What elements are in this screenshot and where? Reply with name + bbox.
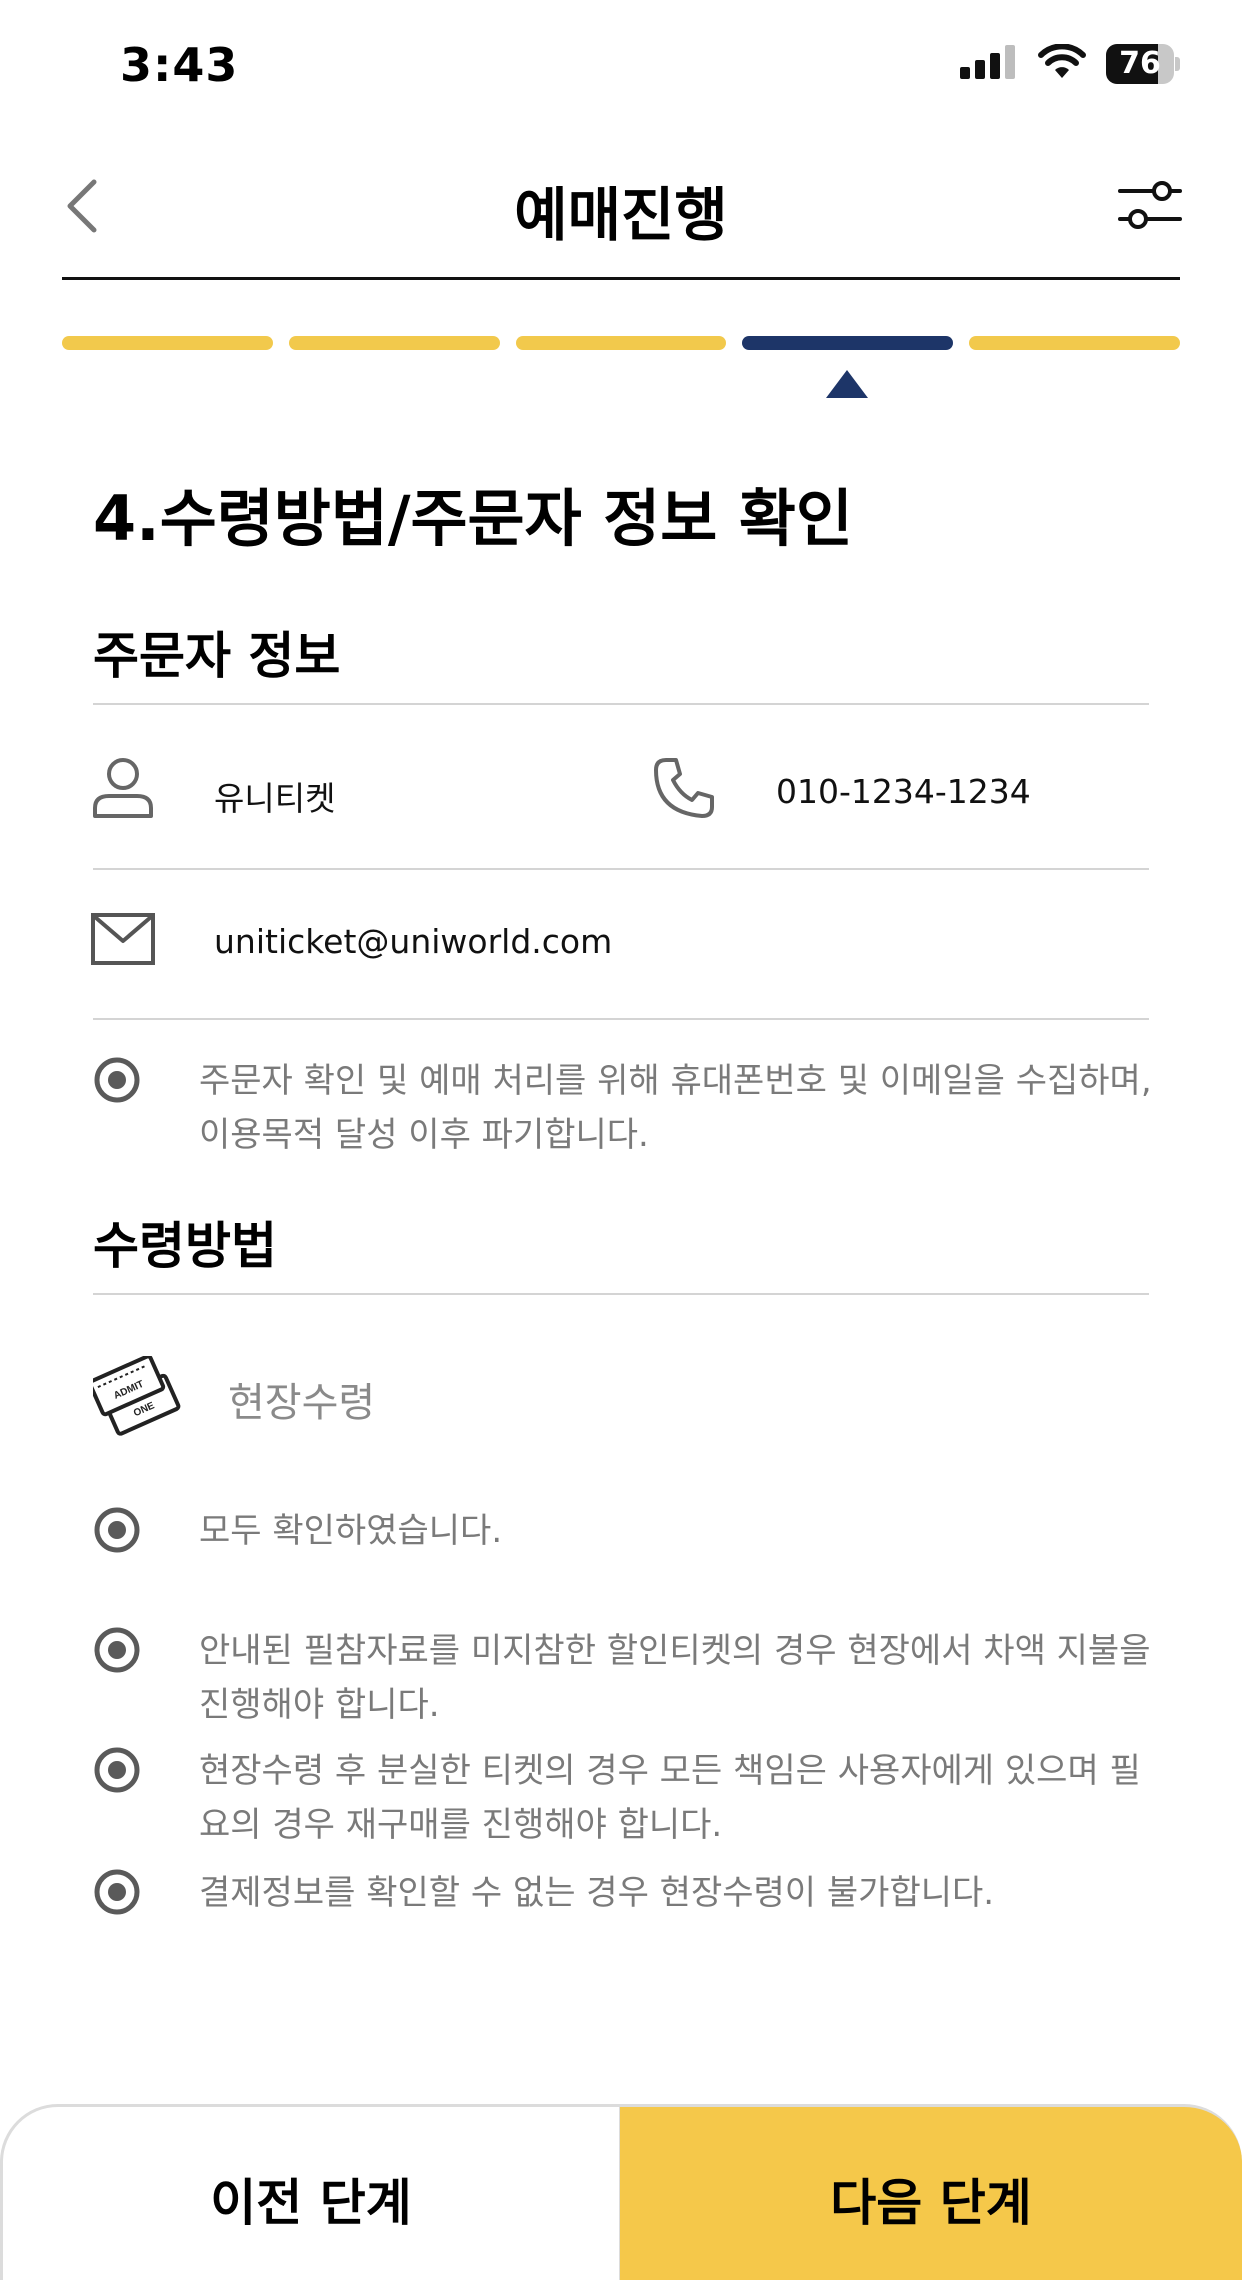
divider [93,1018,1149,1020]
orderer-section-title: 주문자 정보 [93,627,341,685]
bottom-action-bar: 이전 단계 다음 단계 [0,2104,1242,2280]
receive-method-option[interactable]: 현장수령 [228,1370,375,1428]
radio-checked-icon [94,1869,140,1915]
radio-checked-icon [94,1747,140,1793]
divider [93,703,1149,705]
progress-step-3 [515,336,727,350]
progress-step-1 [62,336,273,350]
prev-step-button[interactable]: 이전 단계 [0,2104,622,2280]
progress-steps [62,336,1180,350]
status-icons: 76 [960,43,1180,84]
page-title: 예매진행 [514,181,728,249]
orderer-name: 유니티켓 [214,779,336,818]
radio-checked-icon [94,1627,140,1673]
filter-button[interactable] [1118,170,1182,240]
receive-section-title: 수령방법 [93,1217,277,1275]
progress-step-2 [288,336,500,350]
orderer-email: uniticket@uniworld.com [214,922,613,961]
cellular-signal-icon [960,45,1018,83]
status-time: 3:43 [120,38,239,92]
receive-note-text: 안내된 필참자료를 미지참한 할인티켓의 경우 현장에서 차액 지불을 진행해야… [199,1631,1151,1725]
radio-checked-icon [94,1057,140,1103]
step-heading: 4.수령방법/주문자 정보 확인 [93,482,853,555]
next-step-button[interactable]: 다음 단계 [620,2104,1242,2280]
divider [93,868,1149,870]
divider [93,1293,1149,1295]
receive-note-item: 현장수령 후 분실한 티켓의 경우 모든 책임은 사용자에게 있으며 필요의 경… [93,1744,1153,1852]
radio-checked-icon [94,1507,140,1553]
confirm-all-item[interactable]: 모두 확인하였습니다. [93,1504,1153,1558]
receive-note-item: 안내된 필참자료를 미지참한 할인티켓의 경우 현장에서 차액 지불을 진행해야… [93,1624,1153,1732]
person-icon [93,758,153,818]
progress-step-5 [969,336,1180,350]
privacy-notice: 주문자 확인 및 예매 처리를 위해 휴대폰번호 및 이메일을 수집하며, 이용… [93,1054,1153,1162]
sliders-icon [1118,181,1182,229]
battery-icon: 76 [1106,44,1180,84]
ticket-icon: ONE ADMIT [93,1356,181,1436]
privacy-notice-text: 주문자 확인 및 예매 처리를 위해 휴대폰번호 및 이메일을 수집하며, 이용… [199,1061,1152,1155]
mail-icon [91,913,155,965]
orderer-phone: 010-1234-1234 [776,772,1031,811]
current-step-marker-icon [826,370,868,398]
battery-level: 76 [1119,46,1161,81]
phone-icon [654,758,714,818]
receive-note-text: 결제정보를 확인할 수 없는 경우 현장수령이 불가합니다. [199,1873,995,1913]
receive-note-text: 현장수령 후 분실한 티켓의 경우 모든 책임은 사용자에게 있으며 필요의 경… [199,1751,1141,1845]
confirm-all-text: 모두 확인하였습니다. [199,1511,503,1551]
wifi-icon [1038,43,1086,84]
receive-note-item: 결제정보를 확인할 수 없는 경우 현장수령이 불가합니다. [93,1866,1153,1920]
progress-step-4 [742,336,954,350]
header-divider [62,277,1180,280]
